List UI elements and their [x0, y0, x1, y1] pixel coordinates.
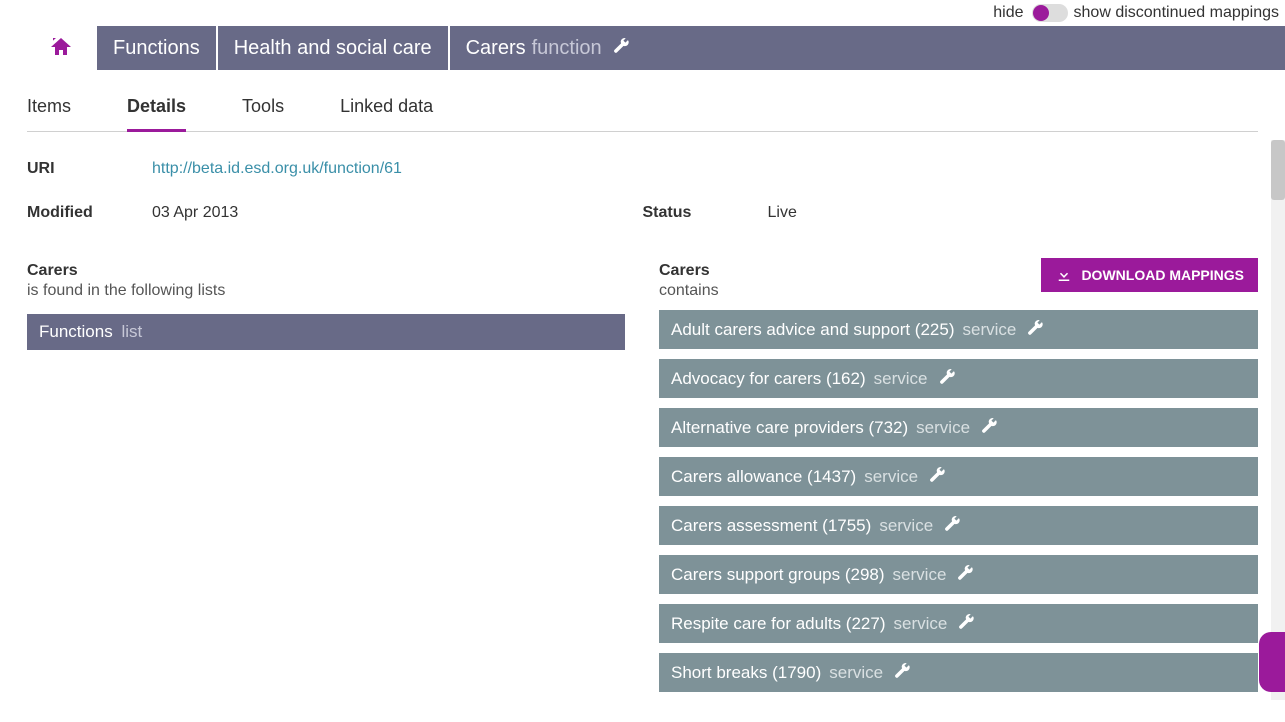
wrench-icon[interactable] [928, 465, 946, 488]
details-grid: URI http://beta.id.esd.org.uk/function/6… [27, 160, 1258, 222]
service-item-label: Respite care for adults (227) [671, 614, 886, 634]
service-item-suffix: service [916, 418, 970, 438]
service-item[interactable]: Carers allowance (1437) service [659, 457, 1258, 496]
service-item-suffix: service [864, 467, 918, 487]
service-item-suffix: service [894, 614, 948, 634]
tab-items[interactable]: Items [27, 88, 71, 131]
service-item-suffix: service [893, 565, 947, 585]
subtabs: Items Details Tools Linked data [27, 88, 1258, 132]
wrench-icon[interactable] [956, 563, 974, 586]
download-mappings-button[interactable]: DOWNLOAD MAPPINGS [1041, 258, 1258, 292]
service-item-suffix: service [874, 369, 928, 389]
modified-label: Modified [27, 204, 152, 222]
service-item-label: Carers allowance (1437) [671, 467, 856, 487]
scrollbar[interactable] [1271, 140, 1285, 700]
wrench-icon[interactable] [938, 367, 956, 390]
download-label: DOWNLOAD MAPPINGS [1081, 267, 1244, 283]
toggle-knob [1033, 5, 1049, 21]
download-icon [1055, 266, 1073, 284]
service-item-label: Short breaks (1790) [671, 663, 821, 683]
service-item-label: Advocacy for carers (162) [671, 369, 866, 389]
uri-link[interactable]: http://beta.id.esd.org.uk/function/61 [152, 160, 402, 177]
breadcrumb-type: function [532, 37, 602, 60]
service-item[interactable]: Adult carers advice and support (225) ser… [659, 310, 1258, 349]
wrench-icon[interactable] [893, 661, 911, 684]
tab-details[interactable]: Details [127, 88, 186, 132]
breadcrumb: Functions Health and social care Carers … [27, 26, 1285, 70]
service-item[interactable]: Respite care for adults (227) service [659, 604, 1258, 643]
service-item[interactable]: Alternative care providers (732) service [659, 408, 1258, 447]
list-item-label: Functions [39, 322, 113, 341]
service-item[interactable]: Advocacy for carers (162) service [659, 359, 1258, 398]
status-label: Status [643, 204, 768, 222]
wrench-icon[interactable] [943, 514, 961, 537]
breadcrumb-label: Functions [113, 37, 200, 60]
breadcrumb-label: Carers [466, 37, 526, 60]
breadcrumb-health-social-care[interactable]: Health and social care [216, 26, 448, 70]
relations: Carers is found in the following lists F… [27, 262, 1258, 692]
breadcrumb-carers: Carers function [448, 26, 646, 70]
service-item-label: Alternative care providers (732) [671, 418, 908, 438]
toggle-show-label: show discontinued mappings [1074, 4, 1279, 22]
home-icon [49, 36, 73, 60]
breadcrumb-functions[interactable]: Functions [95, 26, 216, 70]
wrench-icon[interactable] [957, 612, 975, 635]
found-in-lists: Carers is found in the following lists F… [27, 262, 625, 350]
service-item-label: Carers support groups (298) [671, 565, 885, 585]
tab-linked-data[interactable]: Linked data [340, 88, 433, 131]
service-item-label: Carers assessment (1755) [671, 516, 871, 536]
service-item-label: Adult carers advice and support (225) [671, 320, 955, 340]
left-sub: is found in the following lists [27, 282, 625, 300]
home-button[interactable] [27, 26, 95, 70]
service-item[interactable]: Carers support groups (298) service [659, 555, 1258, 594]
wrench-icon[interactable] [980, 416, 998, 439]
service-item-suffix: service [829, 663, 883, 683]
uri-label: URI [27, 160, 152, 178]
service-item[interactable]: Short breaks (1790) service [659, 653, 1258, 692]
list-item-functions[interactable]: Functions list [27, 314, 625, 350]
left-heading: Carers [27, 262, 625, 280]
toggle-hide-label: hide [993, 4, 1023, 22]
wrench-icon[interactable] [1026, 318, 1044, 341]
list-item-suffix: list [121, 322, 142, 341]
contains-services: DOWNLOAD MAPPINGS Carers contains Adult … [659, 262, 1258, 692]
feedback-widget[interactable] [1259, 632, 1285, 692]
service-item-suffix: service [879, 516, 933, 536]
service-item-suffix: service [963, 320, 1017, 340]
modified-value: 03 Apr 2013 [152, 204, 643, 222]
status-value: Live [768, 204, 1259, 222]
breadcrumb-label: Health and social care [234, 37, 432, 60]
wrench-icon[interactable] [612, 36, 630, 60]
tab-tools[interactable]: Tools [242, 88, 284, 131]
scrollbar-thumb[interactable] [1271, 140, 1285, 200]
discontinued-toggle[interactable] [1032, 4, 1068, 22]
service-item[interactable]: Carers assessment (1755) service [659, 506, 1258, 545]
discontinued-toggle-row: hide show discontinued mappings [0, 0, 1285, 26]
